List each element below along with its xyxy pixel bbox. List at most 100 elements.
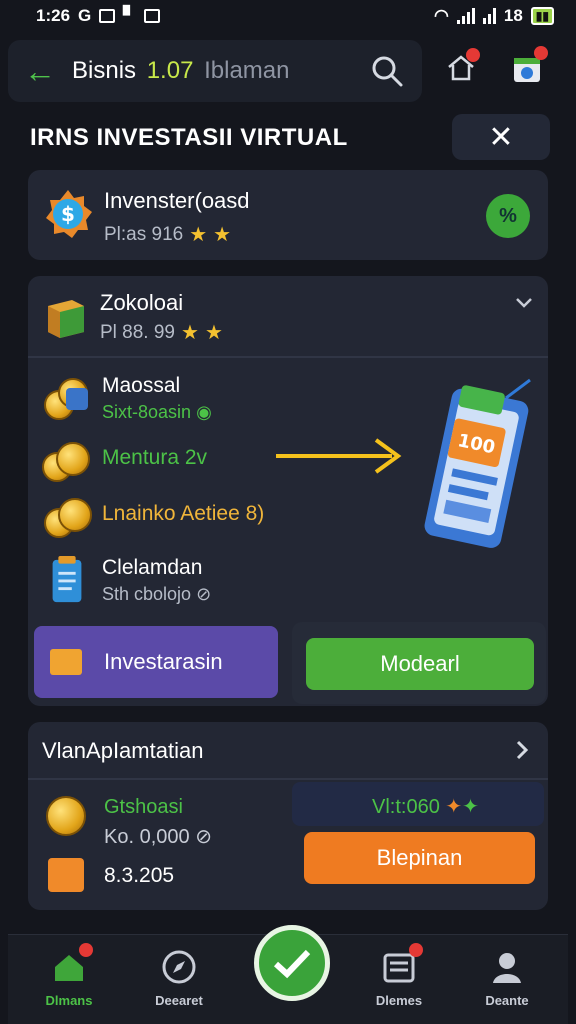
coin-icon: ◉ [196,402,212,422]
header-pct: 1.07 [146,57,194,84]
divider [28,778,548,780]
search-bar[interactable]: ← Bisnis 1.07 Iblaman [8,40,422,102]
invest-button[interactable]: Investarasin [34,626,278,698]
item-title: Mentura 2v [102,446,208,469]
gift-badge [534,46,548,60]
gift-button[interactable] [506,46,548,90]
money-badge-icon: $ [46,190,92,238]
clipboard-icon [52,556,82,603]
nav-item-news[interactable]: Dlemes [354,943,444,1008]
plan-button-label: Blepinan [376,845,463,870]
compass-icon [159,947,199,987]
plan-r1-sub: Ko. 0,000 ⊘ [104,824,212,849]
spark-icon: ✦ [445,796,463,818]
close-icon: ✕ [488,120,514,154]
item-sub: Sixt-8oasin ◉ [102,402,212,423]
nav-label: Dlmans [45,993,93,1008]
item-sub-text: Sth cbolojo [102,584,192,604]
nav-item-home[interactable]: Dlmans [24,943,114,1008]
model-button[interactable]: Modearl [306,638,534,690]
nav-item-profile[interactable]: Deante [462,947,552,1008]
investor-sub: Pl:as 916 [104,223,184,245]
wallet-icon [48,858,84,892]
notification-icon: ▘ [123,6,137,25]
plan-right-label: Vl:t:060 ✦✦ [372,794,479,819]
list-item[interactable]: Lnainko Aetiee 8) [40,496,280,538]
back-button[interactable]: ← [8,40,72,102]
nav-label: Dlemes [375,993,423,1008]
app-icon [144,9,161,23]
portfolio-sub-row: Pl 88. 99 ★ ★ [100,320,223,345]
plan-r1-sub-text: Ko. 0,000 [104,826,190,848]
percent-icon[interactable]: % [486,194,530,238]
home-badge [466,48,480,62]
news-icon [379,943,423,987]
coins-stack-icon [40,374,94,422]
item-title: Clelamdan [102,556,203,579]
nav-label: Deearet [155,993,203,1008]
coins-icon [40,496,94,544]
star-icon: ★ [181,322,199,344]
invest-button-label: Investarasin [104,649,223,674]
header-title-text: Bisnis [72,57,137,84]
section-title: IRNS INVESTASII VIRTUAL [30,124,348,151]
nav-label: Deante [485,993,529,1008]
item-sub-text: Sixt-8oasin [102,402,192,422]
star-icon: ★ [189,224,208,246]
list-item[interactable]: Maossal Sixt-8oasin ◉ [40,374,240,426]
nav-item-explore[interactable]: Deearet [134,947,224,1008]
spark-icon: ✦ [462,796,479,818]
wifi-icon: ◠ [434,6,449,25]
portfolio-sub: Pl 88. 99 [100,321,175,343]
plan-right-label-text: Vl:t:060 [372,796,440,818]
bottom-nav: Dlmans Deearet Dlemes Deante [8,925,568,1024]
user-icon [487,947,527,987]
battery-percent: 18 [503,6,523,25]
list-item[interactable]: Mentura 2v [40,440,240,482]
header-muted: Iblaman [204,57,290,84]
plan-title: VlanApIamtatian [42,738,204,763]
investor-sub-row: Pl:as 916 ★ ★ [104,222,231,247]
portfolio-title: Zokoloai [100,290,184,315]
svg-text:$: $ [61,202,75,226]
screenshot-icon [99,9,116,23]
plan-button[interactable]: Blepinan [304,832,535,884]
arrow-right-icon [276,438,402,474]
item-title: Maossal [102,374,181,397]
search-icon[interactable] [370,54,404,88]
star-icon: ★ [213,224,232,246]
nav-badge [79,943,93,957]
phone-illustration-icon: 100 [424,378,531,548]
home-button[interactable] [440,46,482,90]
info-icon: ⊘ [196,584,212,604]
close-button[interactable]: ✕ [452,114,550,160]
investor-title: Invenster(oasd [104,188,250,213]
chevron-right-icon[interactable] [512,738,532,762]
signal-icon [456,8,475,24]
check-icon [273,949,311,979]
home-icon [49,943,93,987]
info-icon: ⊘ [195,826,212,848]
status-time: 1:26 [36,6,71,25]
divider [28,356,548,358]
item-sub: Sth cbolojo ⊘ [102,584,211,605]
plan-r2-value: 8.3.205 [104,864,175,887]
treasure-icon [50,649,82,675]
investor-card[interactable]: $ Invenster(oasd Pl:as 916 ★ ★ % [28,170,548,260]
star-icon: ★ [204,322,223,344]
header-title: Bisnis 1.07 Iblaman [72,57,289,85]
nav-badge [409,943,423,957]
list-item[interactable]: Clelamdan Sth cbolojo ⊘ [40,556,240,610]
model-button-label: Modearl [380,651,460,676]
center-check-button[interactable] [254,925,330,1001]
box-icon [48,300,84,338]
dollar-coin-icon [46,796,86,836]
signal-icon-2 [482,8,496,24]
item-title: Lnainko Aetiee 8) [102,502,265,525]
status-g: G [78,6,92,25]
coins-icon [40,440,94,488]
status-bar: 1:26 G ▘ ◠ 18 ▮▮ [0,0,576,32]
battery-icon: ▮▮ [530,7,554,25]
chevron-down-icon[interactable] [512,290,536,314]
plan-r1-title: Gtshoasi [104,796,183,818]
